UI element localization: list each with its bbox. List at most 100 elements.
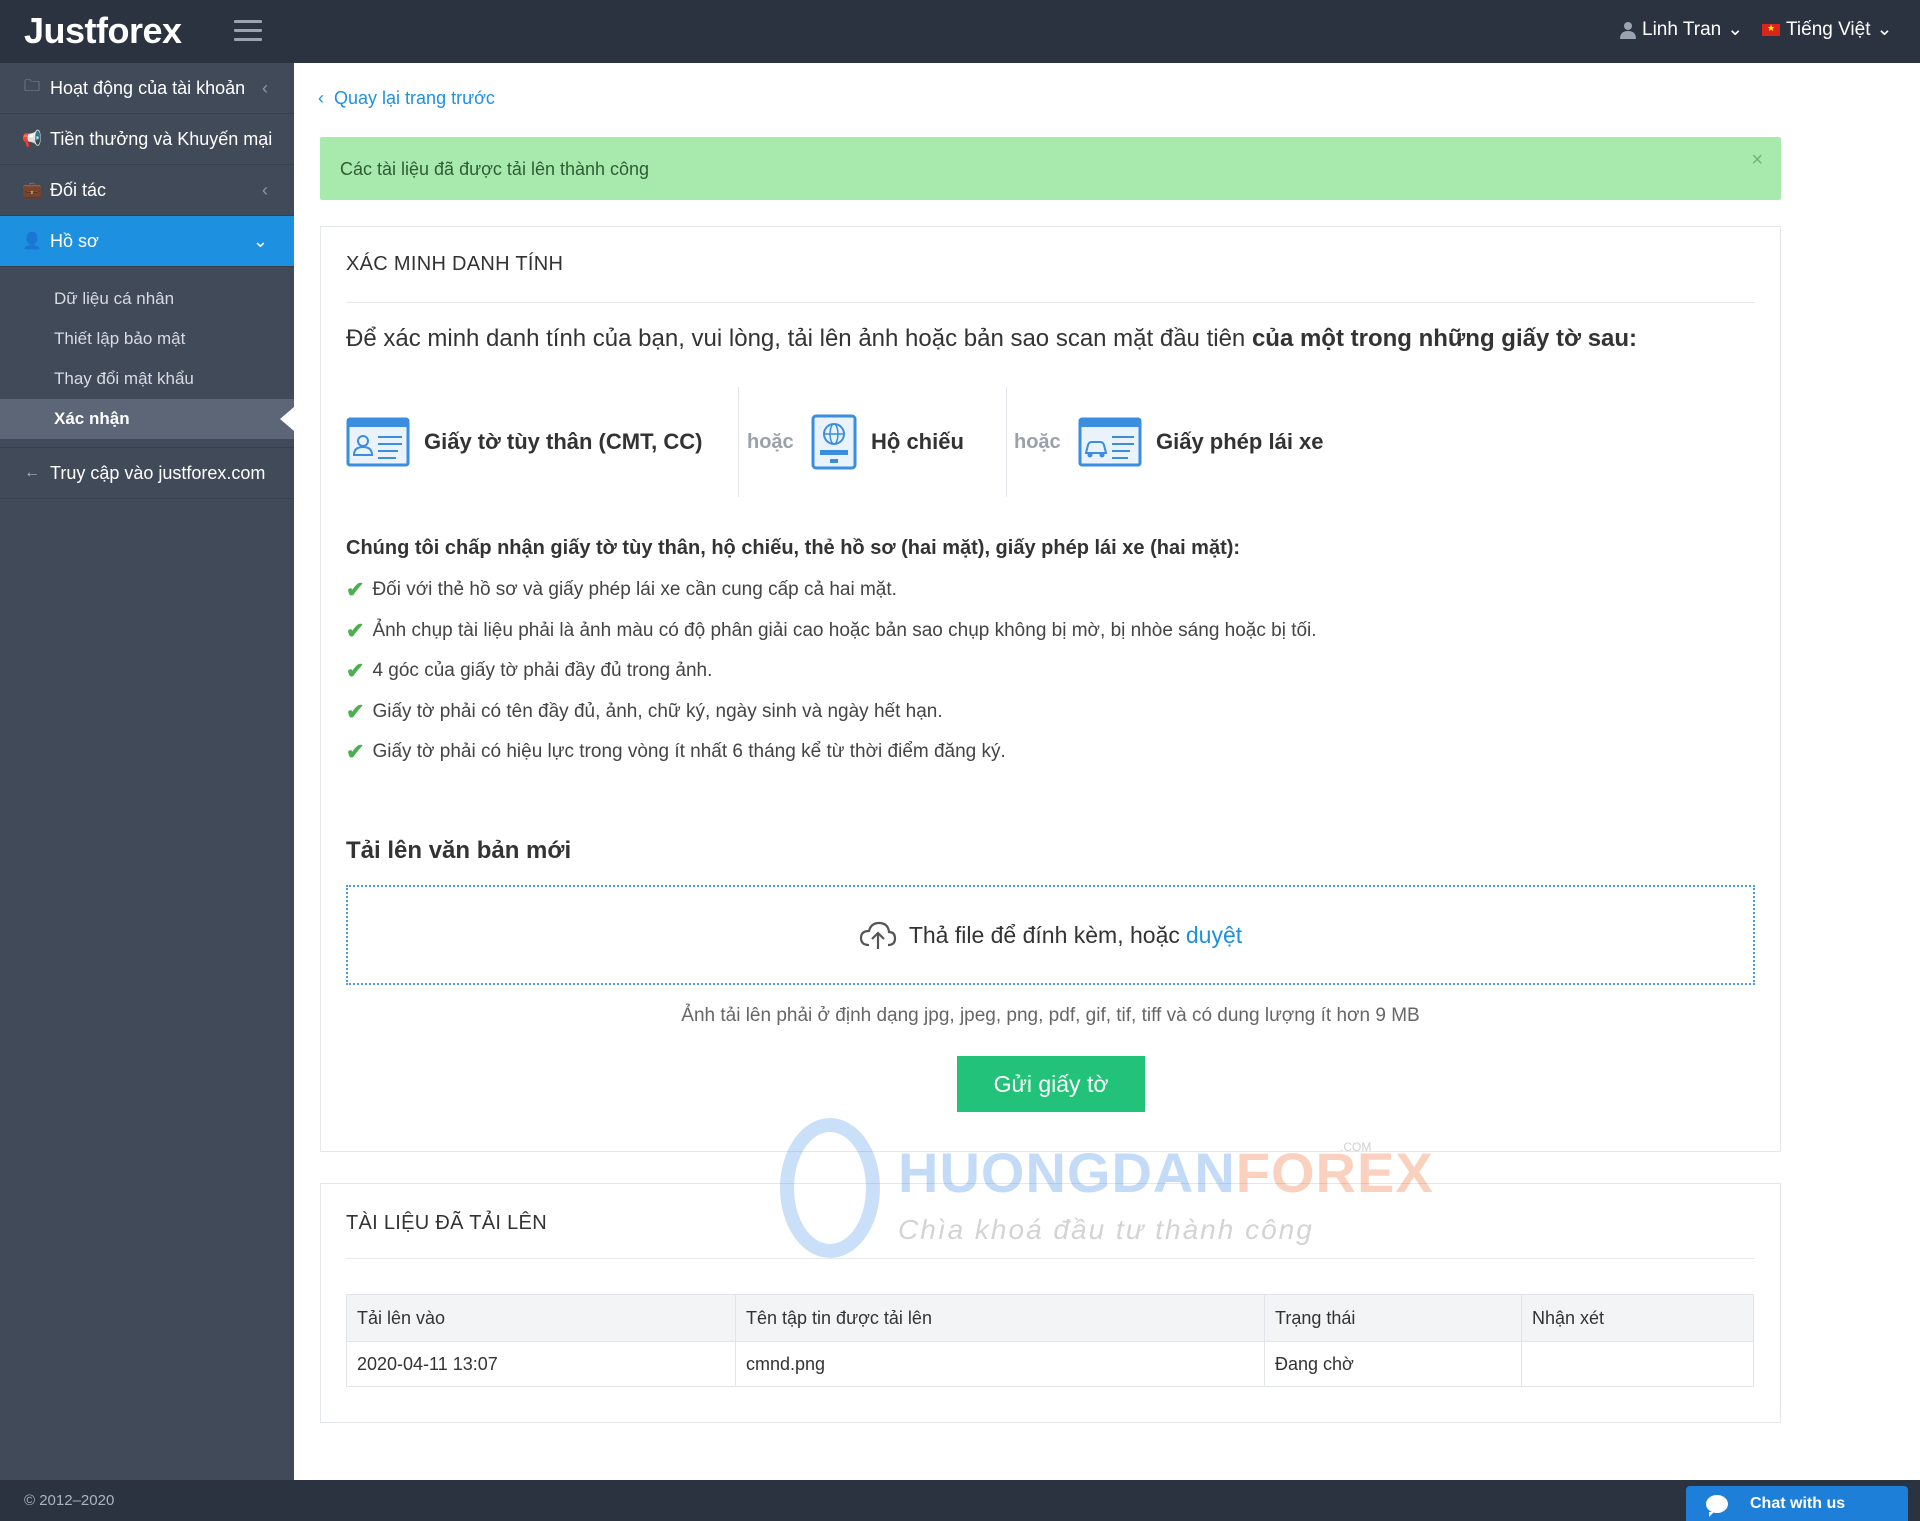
doc-type-driver-license: Giấy phép lái xe [1078, 387, 1324, 497]
verify-identity-panel: XÁC MINH DANH TÍNH Để xác minh danh tính… [320, 226, 1781, 1152]
sidebar-subitem-security[interactable]: Thiết lập bảo mật [0, 319, 294, 359]
divider [1006, 387, 1007, 497]
table-cell: 2020-04-11 13:07 [346, 1341, 736, 1387]
table-cell: cmnd.png [735, 1341, 1265, 1387]
divider [346, 302, 1755, 303]
back-link-label: Quay lại trang trước [334, 88, 495, 108]
chevron-left-icon: ‹ [262, 179, 268, 200]
sidebar: 🗀 Hoạt động của tài khoản ‹ 📢 Tiền thưởn… [0, 63, 294, 1480]
language-label: Tiếng Việt [1786, 18, 1871, 40]
doc-type-id-card: Giấy tờ tùy thân (CMT, CC) [346, 387, 702, 497]
check-icon: ✔ [346, 698, 365, 724]
requirement-text: 4 góc của giấy tờ phải đầy đủ trong ảnh. [372, 660, 713, 681]
uploaded-documents-panel: TÀI LIỆU ĐÃ TẢI LÊN Tải lên vào Tên tập … [320, 1183, 1781, 1423]
column-header: Trạng thái [1264, 1294, 1522, 1342]
profile-submenu: Dữ liệu cá nhân Thiết lập bảo mật Thay đ… [0, 267, 294, 448]
footer: © 2012–2020 [0, 1480, 1920, 1521]
vietnam-flag-icon [1762, 23, 1780, 36]
browse-link[interactable]: duyệt [1186, 922, 1242, 949]
check-icon: ✔ [346, 739, 365, 764]
chevron-down-icon: ⌄ [1876, 19, 1893, 40]
upload-hint: Ảnh tải lên phải ở định dạng jpg, jpeg, … [681, 1005, 1420, 1026]
user-menu[interactable]: Linh Tran ⌄ [1620, 18, 1743, 41]
check-icon: ✔ [346, 577, 365, 602]
close-icon[interactable]: × [1751, 149, 1763, 172]
table-cell [1521, 1341, 1754, 1387]
sidebar-subitem-verification[interactable]: Xác nhận [0, 399, 294, 439]
sidebar-item-label: Truy cập vào justforex.com [50, 462, 266, 483]
check-icon: ✔ [346, 617, 365, 643]
document-types: Giấy tờ tùy thân (CMT, CC) hoặc Hộ chiếu… [346, 387, 1446, 497]
cloud-upload-icon [859, 921, 896, 949]
chevron-left-icon: ‹ [262, 77, 268, 98]
column-header: Tải lên vào [346, 1294, 736, 1342]
sidebar-subitem-change-password[interactable]: Thay đổi mật khẩu [0, 359, 294, 399]
chevron-down-icon: ⌄ [252, 230, 268, 251]
sidebar-item-label: Đối tác [50, 179, 107, 200]
table-header-row: Tải lên vào Tên tập tin được tải lên Trạ… [346, 1294, 1754, 1342]
sidebar-item-partners[interactable]: 💼 Đối tác ‹ [0, 165, 294, 216]
sidebar-item-label: Hồ sơ [50, 230, 99, 251]
user-icon [1620, 21, 1636, 39]
menu-toggle-icon[interactable] [234, 20, 262, 42]
submit-documents-button[interactable]: Gửi giấy tờ [957, 1056, 1145, 1112]
chevron-left-icon: ‹ [318, 88, 329, 108]
table-row: 2020-04-11 13:07 cmnd.png Đang chờ [346, 1341, 1754, 1387]
or-separator: hoặc [1014, 431, 1061, 453]
table-cell: Đang chờ [1264, 1341, 1522, 1387]
doc-type-label: Giấy phép lái xe [1156, 429, 1324, 454]
dropzone-text: Thả file để đính kèm, hoặc [908, 921, 1180, 948]
chat-bubble-icon [1706, 1494, 1728, 1517]
folder-icon: 🗀 [23, 77, 40, 95]
intro-text: Để xác minh danh tính của bạn, vui lòng,… [346, 325, 1637, 353]
sidebar-item-bonuses[interactable]: 📢 Tiền thưởng và Khuyến mại [0, 114, 294, 165]
sidebar-item-label: Tiền thưởng và Khuyến mại [50, 128, 273, 149]
requirement-text: Giấy tờ phải có hiệu lực trong vòng ít n… [372, 741, 1006, 762]
list-item: ✔ Đối với thẻ hồ sơ và giấy phép lái xe c… [346, 579, 1317, 620]
list-item: ✔ Giấy tờ phải có tên đầy đủ, ảnh, chữ ký… [346, 698, 1317, 742]
check-icon: ✔ [346, 658, 365, 683]
requirement-text: Giấy tờ phải có tên đầy đủ, ảnh, chữ ký,… [372, 700, 943, 722]
back-link[interactable]: ‹ Quay lại trang trước [318, 88, 495, 109]
requirements-list: ✔ Đối với thẻ hồ sơ và giấy phép lái xe c… [346, 579, 1317, 782]
doc-type-label: Giấy tờ tùy thân (CMT, CC) [424, 429, 703, 454]
copyright: © 2012–2020 [24, 1492, 115, 1509]
doc-type-label: Hộ chiếu [871, 429, 964, 454]
or-separator: hoặc [747, 431, 794, 453]
requirement-text: Đối với thẻ hồ sơ và giấy phép lái xe cầ… [372, 579, 897, 600]
list-item: ✔ 4 góc của giấy tờ phải đầy đủ trong ảnh… [346, 660, 1317, 701]
accepted-documents-title: Chúng tôi chấp nhận giấy tờ tùy thân, hộ… [346, 537, 1241, 559]
passport-icon [811, 414, 857, 470]
chevron-down-icon: ⌄ [1727, 19, 1744, 40]
sidebar-item-label: Hoạt động của tài khoản [50, 77, 246, 98]
alert-message: Các tài liệu đã được tải lên thành công [340, 159, 650, 179]
justforex-logo[interactable]: Justforex [24, 10, 182, 52]
sidebar-item-account-activity[interactable]: 🗀 Hoạt động của tài khoản ‹ [0, 63, 294, 114]
top-bar: Justforex Linh Tran ⌄ Tiếng Việt ⌄ [0, 0, 1920, 63]
panel-title: TÀI LIỆU ĐÃ TẢI LÊN [346, 1212, 547, 1234]
chat-label: Chat with us [1750, 1494, 1846, 1512]
column-header: Nhận xét [1521, 1294, 1754, 1342]
list-item: ✔ Ảnh chụp tài liệu phải là ảnh màu có độ… [346, 617, 1317, 661]
user-icon: 👤 [22, 233, 42, 250]
intro-bold: của một trong những giấy tờ sau: [1251, 325, 1638, 352]
driver-license-icon [1078, 417, 1142, 467]
file-dropzone[interactable]: Thả file để đính kèm, hoặc duyệt [346, 885, 1755, 985]
doc-type-passport: Hộ chiếu [811, 387, 964, 497]
briefcase-icon: 💼 [22, 182, 42, 199]
intro-plain: Để xác minh danh tính của bạn, vui lòng,… [346, 325, 1252, 352]
column-header: Tên tập tin được tải lên [735, 1294, 1265, 1342]
user-name: Linh Tran [1642, 18, 1722, 40]
panel-title: XÁC MINH DANH TÍNH [346, 253, 564, 275]
megaphone-icon: 📢 [22, 131, 42, 148]
sidebar-item-profile[interactable]: 👤 Hồ sơ ⌄ [0, 216, 294, 267]
sidebar-subitem-personal-data[interactable]: Dữ liệu cá nhân [0, 279, 294, 319]
chat-with-us-button[interactable]: Chat with us [1686, 1486, 1908, 1521]
divider [738, 387, 739, 497]
sidebar-item-visit-site[interactable]: ← Truy cập vào justforex.com [0, 448, 294, 499]
arrow-left-icon: ← [24, 464, 40, 481]
requirement-text: Ảnh chụp tài liệu phải là ảnh màu có độ … [372, 619, 1317, 641]
success-alert: Các tài liệu đã được tải lên thành công … [320, 137, 1781, 200]
divider [346, 1258, 1755, 1259]
language-menu[interactable]: Tiếng Việt ⌄ [1762, 18, 1892, 41]
